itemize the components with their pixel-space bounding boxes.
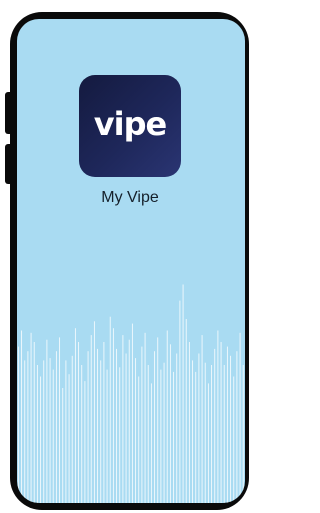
waveform-bar	[192, 360, 194, 503]
waveform-bar	[119, 367, 121, 503]
waveform-bar	[144, 332, 146, 503]
waveform-bar	[40, 376, 42, 503]
waveform-bar	[163, 362, 165, 503]
waveform-bar	[106, 369, 108, 503]
waveform-bar	[97, 348, 99, 503]
waveform-bar	[239, 332, 241, 503]
waveform-bar	[112, 328, 114, 503]
waveform-bar	[46, 339, 48, 503]
waveform-bar	[223, 365, 225, 503]
waveform-bar	[207, 383, 209, 503]
waveform-bar	[214, 348, 216, 503]
waveform-bar	[157, 337, 159, 503]
waveform-bar	[198, 353, 200, 503]
waveform-bar	[52, 369, 54, 503]
waveform-bar	[188, 342, 190, 503]
waveform-bar	[68, 374, 70, 503]
waveform-bar	[176, 353, 178, 503]
waveform-bar	[173, 371, 175, 503]
waveform-bar	[49, 358, 51, 503]
waveform-bar	[43, 360, 45, 503]
waveform-bar	[138, 376, 140, 503]
waveform-bar	[211, 365, 213, 503]
waveform-bar	[122, 335, 124, 503]
waveform-bar	[128, 339, 130, 503]
waveform-bar	[135, 358, 137, 503]
waveform-bar	[17, 346, 19, 503]
waveform	[17, 284, 244, 503]
waveform-bar	[166, 330, 168, 503]
waveform-bar	[21, 330, 23, 503]
waveform-bar	[93, 321, 95, 503]
app-logo-text: vipe	[93, 105, 167, 143]
waveform-bar	[74, 328, 76, 503]
waveform-bar	[154, 351, 156, 503]
waveform-bar	[33, 342, 35, 503]
waveform-bar	[169, 344, 171, 503]
waveform-bar	[62, 388, 64, 503]
waveform-bar	[55, 351, 57, 503]
waveform-bar	[195, 371, 197, 503]
waveform-bar	[150, 383, 152, 503]
waveform-bar	[147, 365, 149, 503]
app-name-label: My Vipe	[101, 189, 159, 206]
app-icon[interactable]: vipe	[79, 75, 181, 177]
waveform-bar	[204, 362, 206, 503]
waveform-bar	[24, 360, 26, 503]
waveform-bar	[103, 342, 105, 503]
waveform-bar	[160, 369, 162, 503]
waveform-bar	[100, 360, 102, 503]
waveform-bar	[125, 353, 127, 503]
waveform-bar	[182, 284, 184, 503]
waveform-bar	[185, 319, 187, 503]
waveform-bar	[59, 337, 61, 503]
waveform-bar	[71, 355, 73, 503]
waveform-bar	[226, 346, 228, 503]
waveform-bar	[65, 360, 67, 503]
waveform-bar	[90, 335, 92, 503]
waveform-bar	[84, 381, 86, 503]
waveform-bar	[81, 365, 83, 503]
waveform-bar	[201, 335, 203, 503]
waveform-bar	[116, 348, 118, 503]
waveform-bar	[30, 332, 32, 503]
waveform-bar	[220, 342, 222, 503]
phone-screen: vipe My Vipe	[17, 19, 245, 503]
waveform-bar	[78, 342, 80, 503]
waveform-bar	[109, 316, 111, 503]
waveform-bar	[87, 351, 89, 503]
waveform-bar	[36, 365, 38, 503]
page: vipe My Vipe	[0, 0, 249, 513]
waveform-bar	[217, 330, 219, 503]
waveform-bar	[179, 300, 181, 503]
waveform-bar	[141, 346, 143, 503]
waveform-bar	[242, 365, 244, 503]
waveform-bar	[131, 323, 133, 503]
waveform-bar	[27, 351, 29, 503]
waveform-bar	[233, 376, 235, 503]
waveform-bar	[236, 351, 238, 503]
waveform-bar	[230, 355, 232, 503]
